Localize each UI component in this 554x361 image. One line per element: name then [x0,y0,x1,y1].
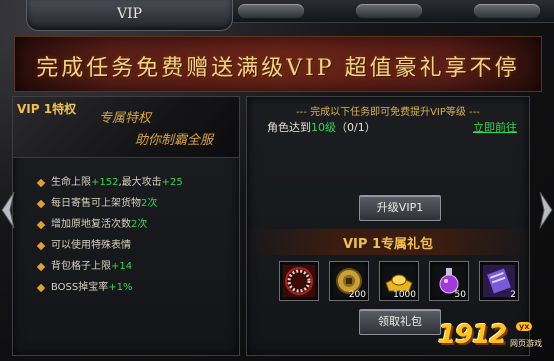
gift-qty: 2 [510,290,516,300]
ring-icon [283,265,315,297]
gift-qty: 1000 [393,290,416,300]
vip-level-tag: VIP 1特权 [17,102,77,116]
decor-knob [356,4,422,18]
slogan-line-2: 助你制霸全服 [135,133,214,148]
top-decor-bar [232,0,554,23]
perk-value: 2次 [131,219,148,230]
gift-pack-title: VIP 1专属礼包 [343,237,433,252]
title-tab: VIP [26,0,233,31]
perk-text: BOSS掉宝率 [51,282,109,293]
logo-number: 1912 [438,320,507,350]
gift-slot[interactable]: 200 [329,261,369,301]
site-logo: 1912 yx 网页游戏 [438,320,550,356]
perk-item: 每日寄售可上架货物2次 [36,196,183,217]
perk-item: 生命上限+152,最大攻击+25 [36,175,183,196]
bullet-icon [36,199,46,209]
perk-value: 2次 [141,198,158,209]
upgrade-vip-button[interactable]: 升级VIP1 [359,195,441,221]
next-arrow-icon[interactable] [538,190,554,230]
decor-knob [238,4,304,18]
perk-text: 生命上限 [51,177,91,188]
task-level: 10级 [311,121,336,134]
gift-slot[interactable]: 1000 [379,261,419,301]
prev-arrow-icon[interactable] [0,190,16,230]
task-requirement: 角色达到10级（0/1） [267,119,376,135]
vip-window: VIP 完成任务免费赠送满级VIP 超值豪礼享不停 VIP 1特权 专属特权 助… [0,0,554,361]
gift-slot[interactable]: 2 [479,261,519,301]
perk-value: +14 [111,261,133,272]
perk-text: 背包格子上限 [51,261,111,272]
perk-item: 背包格子上限+14 [36,259,183,280]
bullet-icon [36,178,46,188]
perk-item: 可以使用特殊表情 [36,238,183,259]
perk-list: 生命上限+152,最大攻击+25 每日寄售可上架货物2次 增加原地复活次数2次 可以使… [36,175,183,301]
perk-item: BOSS掉宝率+1% [36,280,183,301]
decor-knob [474,4,540,18]
vip-privileges-panel: VIP 1特权 专属特权 助你制霸全服 生命上限+152,最大攻击+25 每日寄售… [12,96,240,356]
perk-text: 每日寄售可上架货物 [51,198,141,209]
gift-qty: 200 [348,290,366,300]
task-header: --- 完成以下任务即可免费提升VIP等级 --- [296,107,480,118]
perk-value: +25 [161,177,183,188]
perk-text: 可以使用特殊表情 [51,240,131,251]
bullet-icon [36,262,46,272]
bullet-icon [36,283,46,293]
perk-value: +1% [108,282,133,293]
slogan-line-1: 专属特权 [99,111,152,126]
task-prefix: 角色达到 [267,121,311,134]
promo-banner: 完成任务免费赠送满级VIP 超值豪礼享不停 [14,36,542,92]
window-title: VIP [116,6,143,22]
task-progress: （0/1） [336,121,376,134]
perk-text: ,最大攻击 [118,177,162,188]
vip-task-panel: --- 完成以下任务即可免费提升VIP等级 --- 角色达到10级（0/1） 立… [246,96,530,356]
vip-header: VIP 1特权 专属特权 助你制霸全服 [13,97,239,158]
go-now-link[interactable]: 立即前往 [473,119,517,135]
perk-text: 增加原地复活次数 [51,219,131,230]
gift-qty: 50 [454,290,466,300]
perk-value: +152 [91,177,119,188]
gift-slot[interactable] [279,261,319,301]
logo-subtitle: 网页游戏 [510,339,542,348]
perk-item: 增加原地复活次数2次 [36,217,183,238]
bullet-icon [36,241,46,251]
banner-text: 完成任务免费赠送满级VIP 超值豪礼享不停 [36,56,520,81]
bullet-icon [36,220,46,230]
logo-badge: yx [516,322,533,331]
claim-gift-button[interactable]: 领取礼包 [359,309,441,335]
gift-slot[interactable]: 50 [429,261,469,301]
